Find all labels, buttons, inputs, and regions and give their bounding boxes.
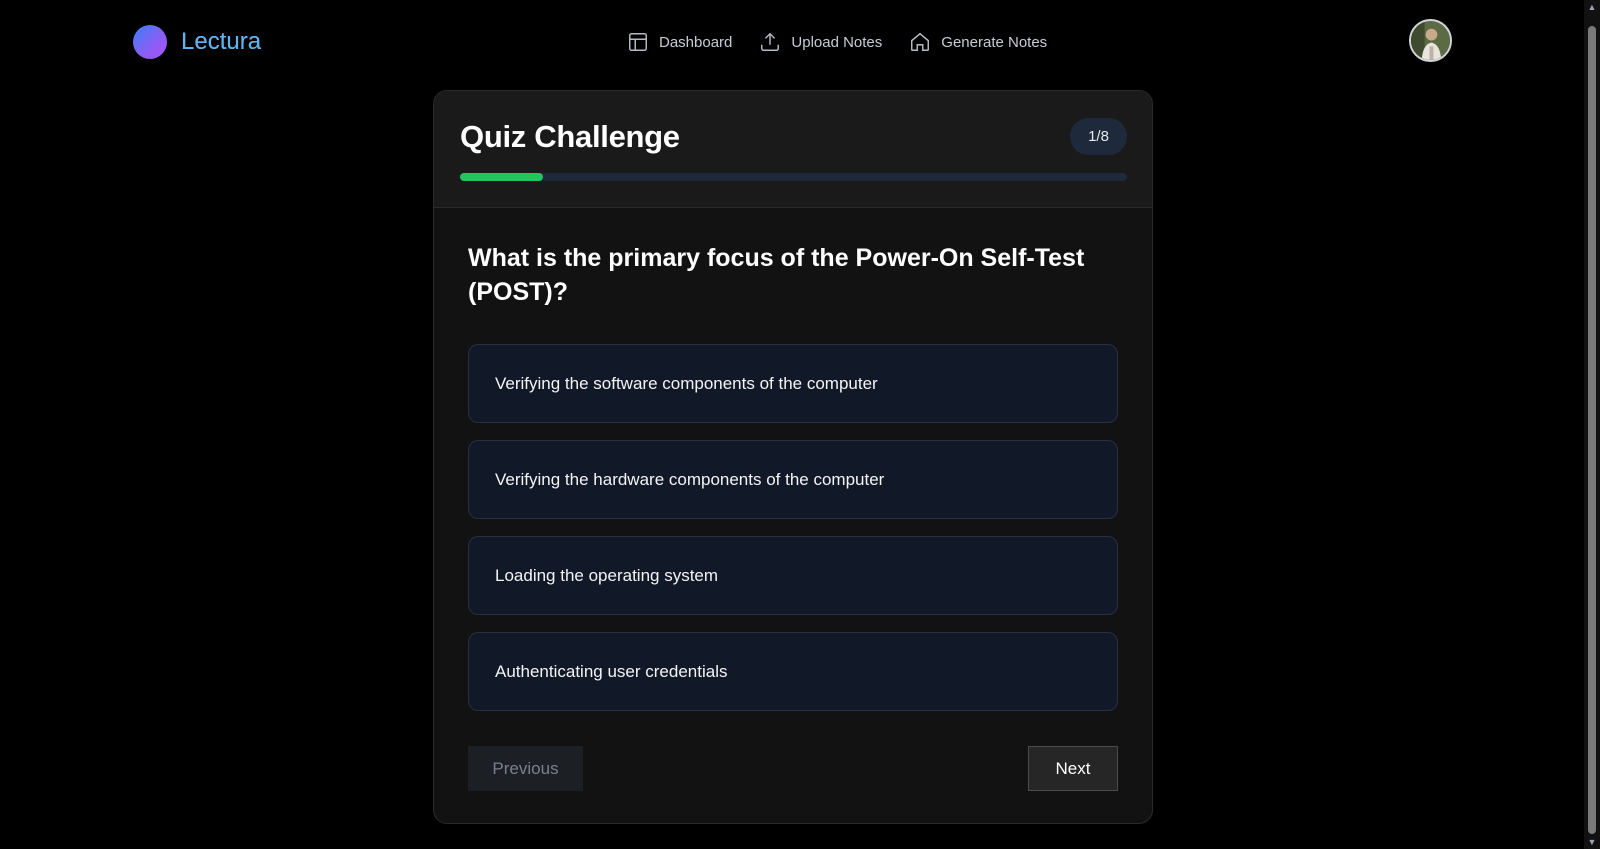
brand-logo xyxy=(133,25,167,59)
nav-item-dashboard[interactable]: Dashboard xyxy=(627,31,732,53)
nav-item-upload-notes[interactable]: Upload Notes xyxy=(759,31,882,53)
previous-button[interactable]: Previous xyxy=(468,746,583,791)
answer-option[interactable]: Verifying the hardware components of the… xyxy=(468,440,1118,519)
next-button[interactable]: Next xyxy=(1028,746,1118,791)
top-navigation: Lectura Dashboard Upload Notes Generate … xyxy=(0,0,1584,84)
brand-link[interactable]: Lectura xyxy=(133,25,261,59)
progress-bar xyxy=(460,173,1127,181)
question-counter-badge: 1/8 xyxy=(1070,118,1127,155)
page-scrollbar[interactable]: ▲ ▼ xyxy=(1584,0,1600,849)
answer-option-label: Loading the operating system xyxy=(495,565,719,585)
answer-option[interactable]: Loading the operating system xyxy=(468,536,1118,615)
answer-option[interactable]: Authenticating user credentials xyxy=(468,632,1118,711)
nav-item-label: Generate Notes xyxy=(941,33,1048,51)
answer-option[interactable]: Verifying the software components of the… xyxy=(468,344,1118,423)
nav-item-label: Dashboard xyxy=(659,33,733,51)
answer-option-label: Verifying the software components of the… xyxy=(495,373,878,393)
nav-item-generate-notes[interactable]: Generate Notes xyxy=(909,31,1047,53)
quiz-header: Quiz Challenge 1/8 xyxy=(434,91,1152,208)
question-text: What is the primary focus of the Power-O… xyxy=(468,244,1085,306)
answer-options: Verifying the software components of the… xyxy=(468,344,1118,728)
answer-option-label: Authenticating user credentials xyxy=(495,661,728,681)
layout-icon xyxy=(629,33,647,51)
quiz-card: Quiz Challenge 1/8 What is the primary f… xyxy=(433,90,1153,824)
nav-links: Dashboard Upload Notes Generate Notes xyxy=(627,28,1047,56)
user-avatar[interactable] xyxy=(1409,19,1452,62)
brand-name: Lectura xyxy=(181,25,261,59)
scroll-down-icon[interactable]: ▼ xyxy=(1587,837,1597,847)
scrollbar-thumb[interactable] xyxy=(1588,26,1596,834)
nav-item-label: Upload Notes xyxy=(791,33,883,51)
progress-fill xyxy=(460,173,544,181)
answer-option-label: Verifying the hardware components of the… xyxy=(495,469,885,489)
user-photo xyxy=(1411,21,1450,60)
scroll-up-icon[interactable]: ▲ xyxy=(1587,2,1597,12)
home-icon xyxy=(911,32,930,51)
upload-icon xyxy=(761,32,780,51)
quiz-title: Quiz Challenge xyxy=(460,119,680,154)
